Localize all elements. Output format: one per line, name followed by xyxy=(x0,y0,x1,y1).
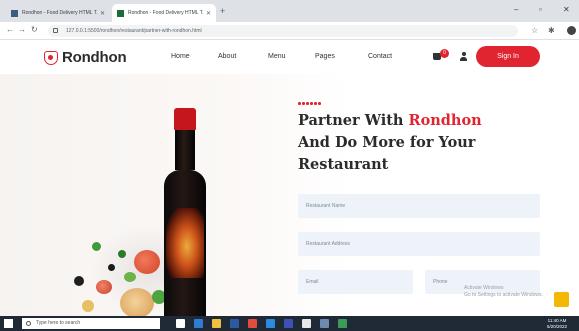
nav-menu[interactable]: Menu xyxy=(268,53,286,60)
watermark-line1: Activate Windows xyxy=(464,285,504,291)
clock-date: 5/20/2022 xyxy=(547,323,568,329)
browser-tab-1[interactable]: Rondhon - Food Delivery HTML T... ✕ xyxy=(6,4,110,22)
tab-title: Rondhon - Food Delivery HTML T... xyxy=(128,10,203,16)
hero-title-line2: And Do More for Your xyxy=(298,134,476,151)
new-tab-button[interactable]: + xyxy=(220,6,225,16)
taskbar-search[interactable]: Type here to search xyxy=(22,318,160,329)
minimize-button[interactable]: – xyxy=(514,5,518,14)
edge-icon[interactable] xyxy=(194,319,203,328)
browser-address-bar: ← → ↻ 127.0.0.1:5500/rondhon/restaurant/… xyxy=(0,22,579,40)
forward-icon[interactable]: → xyxy=(18,25,26,34)
restaurant-name-field[interactable]: Restaurant Name xyxy=(298,194,540,218)
hero-title-line3: Restaurant xyxy=(298,156,389,173)
sauce-bottle-image xyxy=(150,108,220,318)
tab-favicon xyxy=(11,9,18,17)
hero-title: Partner With Rondhon And Do More for You… xyxy=(298,110,538,176)
watermark-line2: Go to Settings to activate Windows. xyxy=(464,292,543,298)
back-icon[interactable]: ← xyxy=(6,25,14,34)
vscode-icon[interactable] xyxy=(284,319,293,328)
reload-icon[interactable]: ↻ xyxy=(31,25,38,34)
site-logo[interactable]: Rondhon xyxy=(44,49,127,66)
app-icon[interactable] xyxy=(338,319,347,328)
decorative-dots xyxy=(298,102,321,105)
nav-contact[interactable]: Contact xyxy=(368,53,392,60)
close-icon[interactable]: ✕ xyxy=(100,10,105,17)
hero-title-prefix: Partner With xyxy=(298,112,409,129)
olive-image xyxy=(74,276,84,286)
sign-in-button[interactable]: Sign In xyxy=(476,46,540,67)
bottle-body xyxy=(164,170,206,318)
file-explorer-icon[interactable] xyxy=(212,319,221,328)
bottle-neck xyxy=(175,130,195,170)
browser-tab-bar: Rondhon - Food Delivery HTML T... ✕ Rond… xyxy=(0,0,579,22)
nav-about[interactable]: About xyxy=(218,53,236,60)
basil-leaf-image xyxy=(92,242,101,251)
extensions-icon[interactable]: ✱ xyxy=(548,26,555,35)
cart-count-badge: 0 xyxy=(440,49,449,58)
clock-time: 11:40 AM xyxy=(547,318,567,323)
chat-icon[interactable] xyxy=(554,292,569,307)
tab-title: Rondhon - Food Delivery HTML T... xyxy=(22,10,97,16)
browser-tab-2[interactable]: Rondhon - Food Delivery HTML T... ✕ xyxy=(112,4,216,22)
hero-title-accent: Rondhon xyxy=(408,112,482,129)
olive-image xyxy=(108,264,115,271)
basil-leaf-image xyxy=(118,250,126,258)
tomato-slice-image xyxy=(96,280,112,294)
logo-text: Rondhon xyxy=(62,49,127,66)
restaurant-address-field[interactable]: Restaurant Address xyxy=(298,232,540,256)
nav-home[interactable]: Home xyxy=(171,53,190,60)
nav-pages[interactable]: Pages xyxy=(315,53,335,60)
basil-leaf-image xyxy=(124,272,136,282)
activate-windows-watermark: Activate Windows Go to Settings to activ… xyxy=(464,285,543,299)
store-icon[interactable] xyxy=(230,319,239,328)
app-icon[interactable] xyxy=(248,319,257,328)
chrome-icon[interactable] xyxy=(302,319,311,328)
pasta-image xyxy=(82,300,94,312)
site-header: Rondhon Home About Menu Pages Contact 0 … xyxy=(0,40,579,74)
lock-icon[interactable] xyxy=(53,28,58,33)
windows-taskbar: Type here to search 11:40 AM 5/20/2022 xyxy=(0,316,579,331)
bottle-flame-label xyxy=(166,208,204,278)
search-icon xyxy=(26,321,31,326)
windows-icon[interactable] xyxy=(4,319,13,328)
tab-favicon xyxy=(117,9,124,17)
window-close-button[interactable]: ✕ xyxy=(563,5,570,14)
task-view-icon[interactable] xyxy=(176,319,185,328)
star-icon[interactable]: ☆ xyxy=(531,26,538,35)
screen: Rondhon - Food Delivery HTML T... ✕ Rond… xyxy=(0,0,579,331)
maximize-button[interactable]: ▫ xyxy=(539,5,542,14)
bottle-cap xyxy=(174,108,196,130)
app-icon[interactable] xyxy=(320,319,329,328)
url-field[interactable]: 127.0.0.1:5500/rondhon/restaurant/partne… xyxy=(48,25,518,37)
logo-icon xyxy=(44,50,58,65)
profile-avatar[interactable] xyxy=(567,26,576,35)
app-icon[interactable] xyxy=(266,319,275,328)
taskbar-clock[interactable]: 11:40 AM 5/20/2022 xyxy=(547,318,567,329)
close-icon[interactable]: ✕ xyxy=(206,10,211,17)
user-icon[interactable] xyxy=(460,52,467,61)
pasta-image xyxy=(120,288,154,318)
hero-section: Partner With Rondhon And Do More for You… xyxy=(0,74,579,318)
email-field[interactable]: Email xyxy=(298,270,413,294)
